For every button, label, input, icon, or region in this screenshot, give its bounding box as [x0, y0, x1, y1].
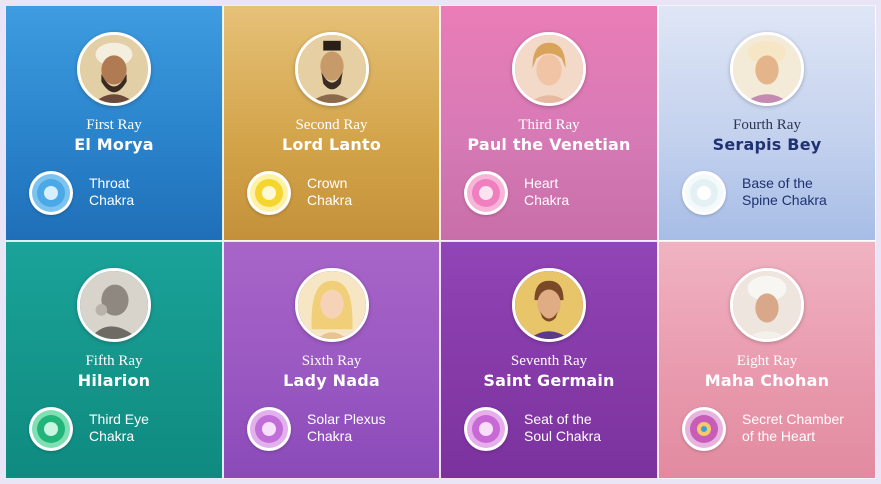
chakra-line-2: Chakra — [307, 192, 353, 208]
ray-card-first: First Ray El Morya Throat Chakra — [5, 5, 223, 241]
heart-chakra-icon — [464, 171, 508, 215]
ray-title: Fifth Ray — [85, 353, 143, 369]
chakra-label: Solar Plexus Chakra — [307, 411, 437, 445]
chakra-line-1: Crown — [307, 175, 348, 191]
master-name: Serapis Bey — [712, 135, 822, 154]
chakra-line-2: Chakra — [524, 192, 570, 208]
chakra-label: Third Eye Chakra — [89, 411, 219, 445]
ray-card-eighth: Eight Ray Maha Chohan Secret Chamber of … — [658, 241, 876, 479]
ray-card-sixth: Sixth Ray Lady Nada Solar Plexus Chakra — [223, 241, 440, 479]
ray-title: First Ray — [86, 117, 142, 133]
master-name: Paul the Venetian — [467, 135, 631, 154]
lord-lanto-portrait — [294, 32, 369, 106]
ray-title: Second Ray — [295, 117, 368, 133]
ray-title: Seventh Ray — [510, 353, 588, 369]
chakra-line-2: Spine Chakra — [742, 192, 827, 208]
chakra-line-1: Seat of the — [524, 411, 592, 427]
chakra-label: Crown Chakra — [307, 175, 437, 209]
chakra-line-2: of the Heart — [742, 428, 816, 444]
el-morya-portrait — [77, 32, 151, 106]
chakra-line-1: Solar Plexus — [307, 411, 386, 427]
ray-title: Fourth Ray — [733, 117, 801, 133]
ray-card-seventh: Seventh Ray Saint Germain Seat of the So… — [440, 241, 658, 479]
lady-nada-portrait — [294, 268, 369, 342]
hilarion-portrait — [77, 268, 151, 342]
ray-card-third: Third Ray Paul the Venetian Heart Chakra — [440, 5, 658, 241]
chakra-label: Seat of the Soul Chakra — [524, 411, 654, 445]
throat-chakra-icon — [29, 171, 73, 215]
chakra-line-2: Chakra — [89, 192, 135, 208]
ray-title: Sixth Ray — [301, 353, 362, 369]
crown-chakra-icon — [247, 171, 291, 215]
chakra-line-2: Chakra — [307, 428, 353, 444]
ray-title: Eight Ray — [736, 353, 798, 369]
base-of-spine-chakra-icon — [682, 171, 726, 215]
chakra-line-1: Throat — [89, 175, 130, 191]
chakra-label: Base of the Spine Chakra — [742, 175, 872, 209]
chakra-line-2: Soul Chakra — [524, 428, 602, 444]
solar-plexus-chakra-icon — [247, 407, 291, 451]
third-eye-chakra-icon — [29, 407, 73, 451]
ray-card-second: Second Ray Lord Lanto Crown Chakra — [223, 5, 440, 241]
master-name: El Morya — [74, 135, 154, 154]
master-name: Lord Lanto — [281, 135, 382, 154]
ray-card-fourth: Fourth Ray Serapis Bey Base of the Spine… — [658, 5, 876, 241]
serapis-bey-portrait — [730, 32, 804, 106]
chakra-label: Secret Chamber of the Heart — [742, 411, 872, 445]
chakra-line-1: Base of the — [742, 175, 813, 191]
master-name: Lady Nada — [283, 371, 380, 390]
paul-the-venetian-portrait — [512, 32, 586, 106]
ray-card-fifth: Fifth Ray Hilarion Third Eye Chakra — [5, 241, 223, 479]
chakra-label: Heart Chakra — [524, 175, 654, 209]
maha-chohan-portrait — [730, 268, 804, 342]
secret-chamber-chakra-icon — [682, 407, 726, 451]
master-name: Hilarion — [77, 371, 151, 390]
chakra-line-2: Chakra — [89, 428, 135, 444]
rays-grid: First Ray El Morya Throat Chakra Second … — [5, 5, 876, 479]
saint-germain-portrait — [512, 268, 586, 342]
master-name: Saint Germain — [483, 371, 615, 390]
chakra-label: Throat Chakra — [89, 175, 219, 209]
master-name: Maha Chohan — [704, 371, 830, 390]
ray-title: Third Ray — [518, 117, 580, 133]
seat-of-soul-chakra-icon — [464, 407, 508, 451]
chakra-line-1: Third Eye — [89, 411, 149, 427]
chakra-line-1: Secret Chamber — [742, 411, 844, 427]
chakra-line-1: Heart — [524, 175, 559, 191]
